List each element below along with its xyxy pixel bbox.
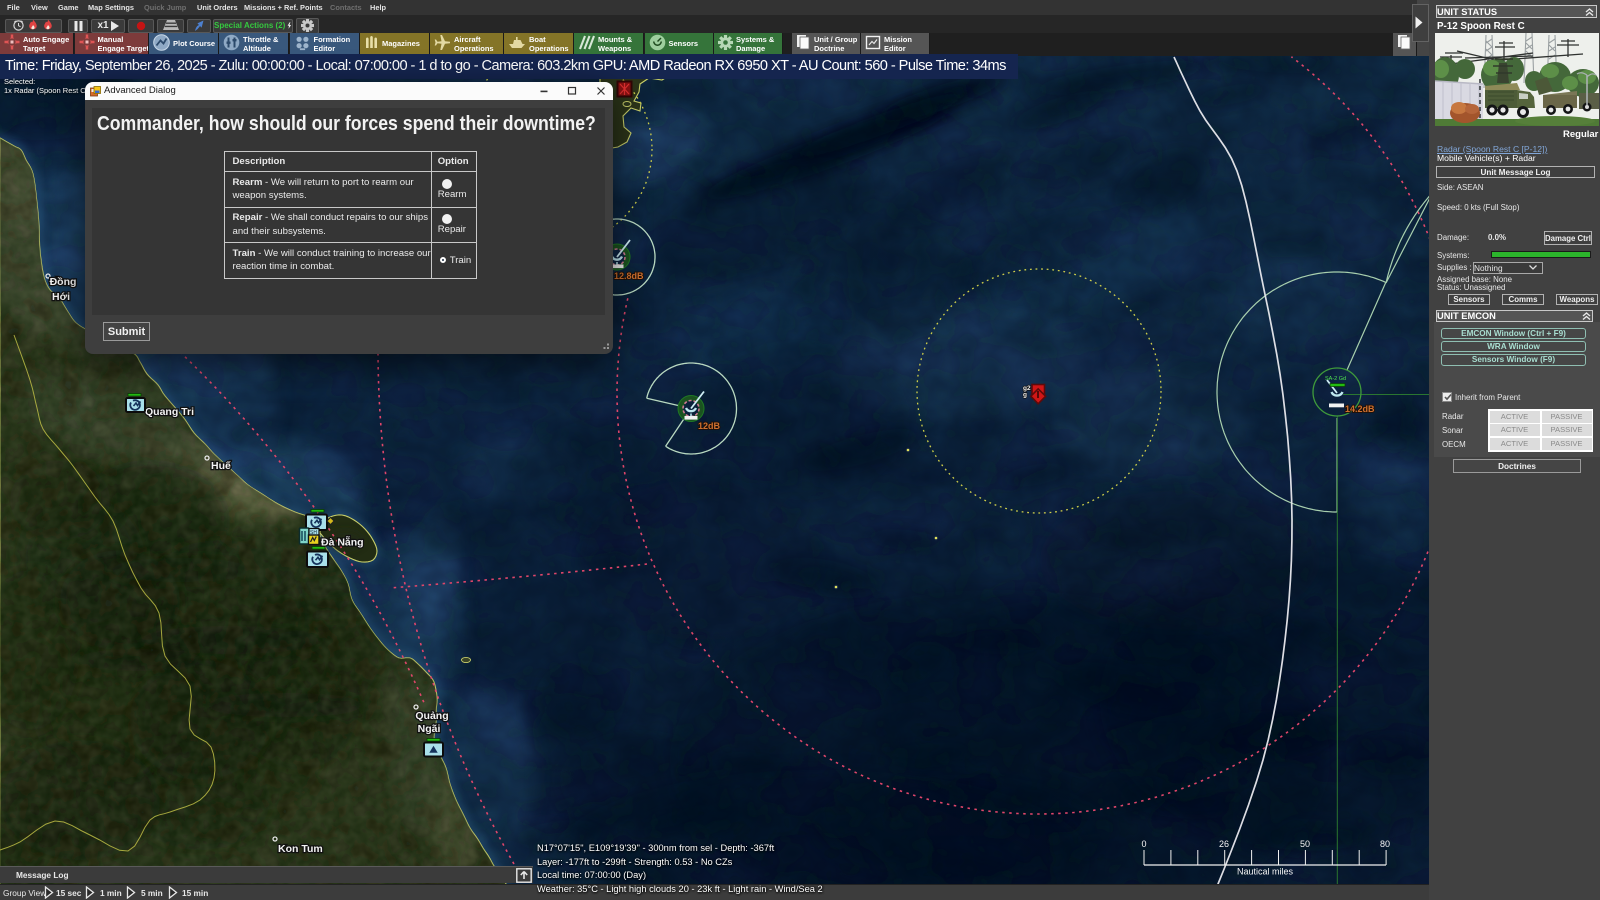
- svg-text:12.8dB: 12.8dB: [614, 271, 644, 281]
- svg-text:50: 50: [1300, 839, 1310, 849]
- svg-text:12dB: 12dB: [698, 421, 721, 431]
- svg-text:80: 80: [1380, 839, 1390, 849]
- svg-text:SA-2 Gd: SA-2 Gd: [1325, 376, 1346, 382]
- svg-text:Hới: Hới: [52, 291, 70, 303]
- svg-text:Huế: Huế: [211, 460, 231, 472]
- svg-text:Kon Tum: Kon Tum: [278, 843, 323, 855]
- svg-text:Quang Tri: Quang Tri: [145, 406, 194, 418]
- svg-text:14.2dB: 14.2dB: [1345, 404, 1375, 414]
- svg-text:g: g: [1023, 392, 1027, 399]
- svg-text:Đà Nẵng: Đà Nẵng: [321, 536, 364, 549]
- svg-text:0: 0: [1141, 839, 1146, 849]
- svg-text:Ngãi: Ngãi: [418, 723, 441, 735]
- svg-text:Nautical miles: Nautical miles: [1237, 867, 1294, 877]
- svg-text:Quảng: Quảng: [415, 710, 448, 722]
- svg-text:Đồng: Đồng: [50, 276, 77, 288]
- svg-text:26: 26: [1219, 839, 1229, 849]
